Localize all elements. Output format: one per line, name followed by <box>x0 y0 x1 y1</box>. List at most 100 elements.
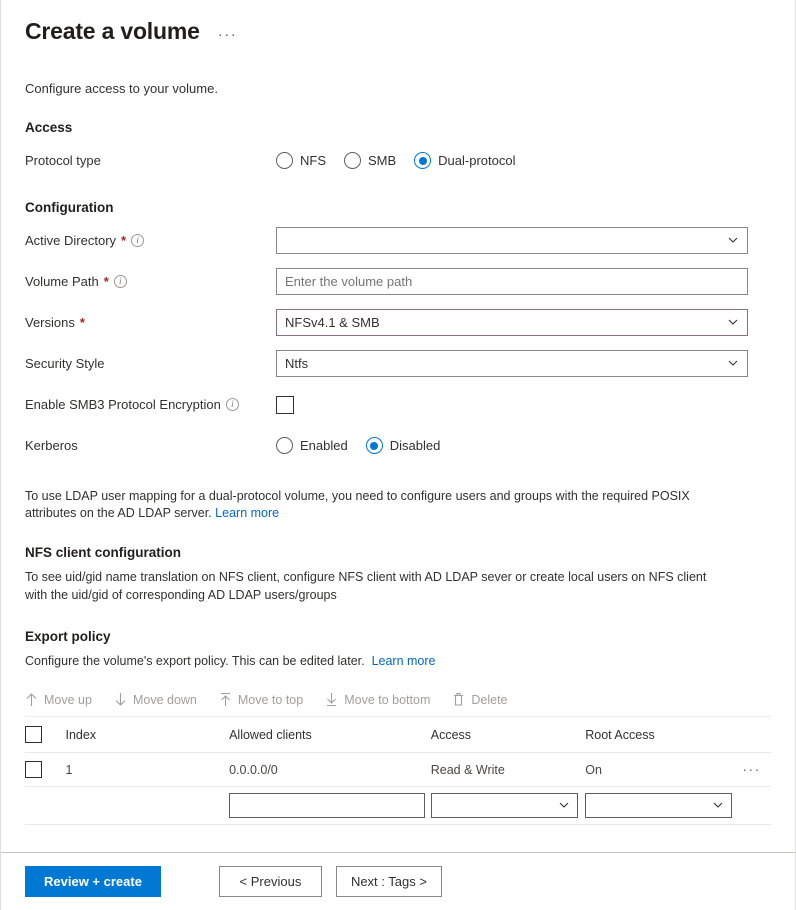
row-actions-cell: ··· <box>732 752 771 788</box>
table-new-row <box>25 786 771 826</box>
arrow-to-bottom-icon <box>327 693 337 707</box>
security-style-row: Security Style Ntfs <box>25 349 771 379</box>
blade-content: Configure access to your volume. Access … <box>1 46 795 852</box>
new-row-access-dropdown[interactable] <box>430 793 578 819</box>
info-icon[interactable]: i <box>131 234 145 248</box>
export-policy-toolbar: Move up Move down Move to top Move to bo… <box>25 690 771 718</box>
versions-control: NFSv4.1 & SMB <box>276 309 771 337</box>
more-options-icon[interactable]: ··· <box>214 25 242 44</box>
next-tags-button[interactable]: Next : Tags > <box>335 866 442 897</box>
info-icon[interactable]: i <box>113 275 127 289</box>
table-row: 1 0.0.0.0/0 Read & Write On ··· <box>25 752 771 788</box>
export-policy-description: Configure the volume's export policy. Th… <box>25 653 365 668</box>
move-to-bottom-button[interactable]: Move to bottom <box>325 690 430 709</box>
radio-option-kerberos-disabled[interactable]: Disabled <box>365 437 440 455</box>
protocol-type-radio-group: NFS SMB Dual-protocol <box>276 152 771 170</box>
column-header-root-access: Root Access <box>585 717 733 754</box>
protocol-type-label: Protocol type <box>25 153 101 169</box>
info-icon[interactable]: i <box>225 398 239 412</box>
new-row-access-cell <box>430 786 586 826</box>
kerberos-radio-group: Enabled Disabled <box>276 437 771 455</box>
ldap-note: To use LDAP user mapping for a dual-prot… <box>25 488 725 524</box>
versions-value: NFSv4.1 & SMB <box>285 315 380 331</box>
radio-option-kerberos-enabled[interactable]: Enabled <box>276 437 348 455</box>
active-directory-label: Active Directory <box>25 233 117 249</box>
volume-path-label-wrap: Volume Path * i <box>25 274 276 289</box>
active-directory-dropdown[interactable] <box>276 227 748 255</box>
new-row-index-cell <box>65 786 230 826</box>
ldap-learn-more-link[interactable]: Learn more <box>215 506 279 520</box>
smb3-encryption-checkbox[interactable] <box>276 395 294 414</box>
intro-text: Configure access to your volume. <box>25 80 218 96</box>
chevron-down-icon <box>559 802 569 808</box>
radio-nfs-indicator[interactable] <box>276 152 293 170</box>
row-more-options-icon[interactable]: ··· <box>742 761 761 777</box>
column-header-index: Index <box>65 717 230 754</box>
security-style-label: Security Style <box>25 356 105 372</box>
radio-kerberos-enabled-indicator[interactable] <box>276 437 293 455</box>
versions-label: Versions <box>25 315 75 331</box>
protocol-type-control: NFS SMB Dual-protocol <box>276 152 771 170</box>
active-directory-control <box>276 227 771 255</box>
protocol-type-label-wrap: Protocol type <box>25 153 276 168</box>
kerberos-label: Kerberos <box>25 438 78 454</box>
new-row-allowed-clients-input[interactable] <box>229 793 426 819</box>
row-root-access: On <box>585 752 733 788</box>
volume-path-input[interactable] <box>276 268 748 296</box>
select-all-header <box>25 717 66 754</box>
arrow-to-top-icon <box>220 693 230 707</box>
move-down-button[interactable]: Move down <box>114 690 197 709</box>
active-directory-required-marker: * <box>121 233 127 249</box>
active-directory-row: Active Directory * i <box>25 226 771 256</box>
table-header-row: Index Allowed clients Access Root Access <box>25 717 771 754</box>
chevron-down-icon <box>728 237 738 243</box>
versions-label-wrap: Versions * <box>25 315 276 330</box>
access-section-title: Access <box>25 119 73 135</box>
versions-row: Versions * NFSv4.1 & SMB <box>25 308 771 338</box>
chevron-down-icon <box>728 360 738 366</box>
volume-path-required-marker: * <box>103 274 109 290</box>
move-to-top-label: Move to top <box>237 692 304 707</box>
new-row-root-access-dropdown[interactable] <box>585 793 733 819</box>
radio-option-nfs[interactable]: NFS <box>276 152 326 170</box>
new-row-root-cell <box>585 786 733 826</box>
export-policy-table: Index Allowed clients Access Root Access… <box>25 717 771 826</box>
versions-dropdown[interactable]: NFSv4.1 & SMB <box>276 309 748 337</box>
chevron-down-icon <box>713 802 723 808</box>
delete-button[interactable]: Delete <box>452 690 508 709</box>
radio-kerberos-enabled-label: Enabled <box>300 438 348 454</box>
protocol-type-row: Protocol type NFS SMB Dual-protocol <box>25 146 771 176</box>
create-volume-blade: Create a volume ··· Configure access to … <box>0 0 796 910</box>
column-header-allowed-clients: Allowed clients <box>229 717 431 754</box>
new-row-clients-cell <box>229 786 431 826</box>
security-style-label-wrap: Security Style <box>25 356 276 371</box>
move-to-top-button[interactable]: Move to top <box>219 690 303 709</box>
export-policy-section-title: Export policy <box>25 628 111 644</box>
column-header-actions <box>732 717 771 754</box>
kerberos-row: Kerberos Enabled Disabled <box>25 431 771 461</box>
previous-button[interactable]: < Previous <box>218 866 322 897</box>
radio-nfs-label: NFS <box>300 153 326 169</box>
trash-icon <box>454 693 464 706</box>
radio-smb-indicator[interactable] <box>344 152 361 170</box>
radio-option-dual-protocol[interactable]: Dual-protocol <box>414 152 516 170</box>
smb3-encryption-label-wrap: Enable SMB3 Protocol Encryption i <box>25 397 276 412</box>
versions-required-marker: * <box>79 315 85 331</box>
new-row-select-cell <box>25 786 66 826</box>
kerberos-label-wrap: Kerberos <box>25 438 276 453</box>
select-all-checkbox[interactable] <box>25 726 42 744</box>
security-style-dropdown[interactable]: Ntfs <box>276 350 748 378</box>
row-index: 1 <box>65 752 230 788</box>
radio-kerberos-disabled-indicator[interactable] <box>365 437 383 455</box>
review-create-button[interactable]: Review + create <box>25 866 161 897</box>
move-up-button[interactable]: Move up <box>25 690 92 709</box>
radio-option-smb[interactable]: SMB <box>344 152 396 170</box>
export-policy-learn-more-link[interactable]: Learn more <box>372 654 436 668</box>
column-header-access: Access <box>430 717 586 754</box>
volume-path-label: Volume Path <box>25 274 99 290</box>
row-checkbox[interactable] <box>25 761 42 779</box>
new-row-actions-cell <box>732 786 771 826</box>
arrow-down-icon <box>115 693 126 707</box>
radio-dual-protocol-indicator[interactable] <box>414 152 432 170</box>
security-style-value: Ntfs <box>285 356 309 372</box>
